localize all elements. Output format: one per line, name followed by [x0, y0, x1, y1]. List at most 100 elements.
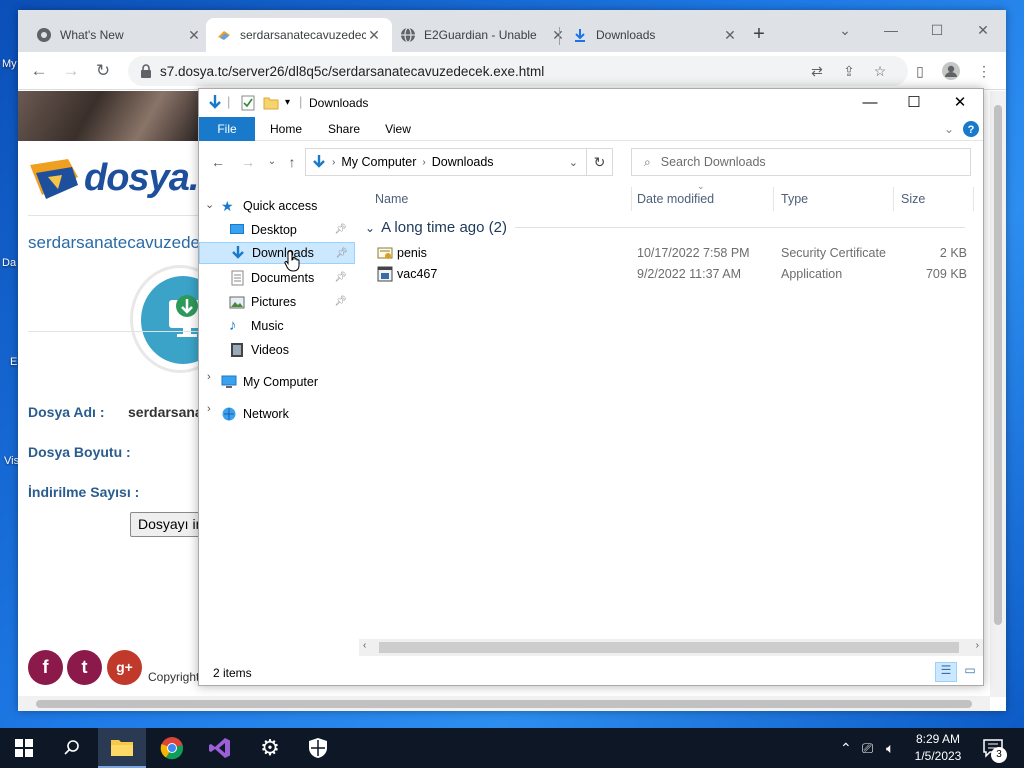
tray-chevron-up-icon[interactable]: ⌃	[840, 740, 852, 757]
close-icon[interactable]: ✕	[186, 27, 202, 44]
column-header-name[interactable]: Name	[371, 187, 631, 211]
back-button[interactable]: ←	[28, 60, 50, 82]
taskbar-file-explorer[interactable]	[98, 728, 146, 768]
address-dropdown-icon[interactable]: ⌄	[569, 156, 578, 169]
tab-share[interactable]: Share	[319, 117, 369, 141]
page-vertical-scrollbar[interactable]	[990, 91, 1006, 697]
scroll-right-icon[interactable]: ›	[976, 640, 979, 651]
column-header-size[interactable]: Size	[897, 187, 973, 211]
column-header-type[interactable]: Type	[777, 187, 893, 211]
desktop-icon-label[interactable]: Da	[2, 257, 16, 269]
new-tab-button[interactable]: +	[748, 24, 770, 46]
tab-home[interactable]: Home	[261, 117, 311, 141]
nav-item-videos[interactable]: Videos	[229, 339, 353, 361]
close-window-button[interactable]: ✕	[960, 16, 1006, 44]
bookmark-star-icon[interactable]: ☆	[871, 62, 889, 80]
tab-downloads[interactable]: Downloads ✕	[562, 18, 748, 52]
file-row[interactable]: penis 10/17/2022 7:58 PM Security Certif…	[359, 243, 979, 263]
start-button[interactable]	[0, 728, 48, 768]
qat-dropdown-icon[interactable]: ▾	[285, 97, 290, 115]
reload-button[interactable]: ↻	[92, 60, 114, 82]
forward-button[interactable]: →	[239, 153, 257, 171]
tab-file[interactable]: File	[199, 117, 255, 141]
tab-view[interactable]: View	[375, 117, 421, 141]
nav-network[interactable]: Network	[221, 403, 351, 425]
download-file-button[interactable]: Dosyayı indir	[130, 512, 200, 537]
explorer-address-bar[interactable]: › My Computer › Downloads ⌄	[305, 148, 587, 176]
recent-locations-icon[interactable]: ⌄	[263, 153, 281, 171]
scroll-left-icon[interactable]: ‹	[363, 640, 366, 651]
group-header[interactable]: ⌄ A long time ago (2)	[365, 219, 965, 236]
forward-button[interactable]: →	[60, 60, 82, 82]
share-icon[interactable]: ⇪	[840, 62, 858, 80]
chevron-right-icon[interactable]: ›	[207, 403, 211, 415]
nav-item-downloads[interactable]: Downloads 📌︎	[199, 242, 355, 264]
twitter-icon[interactable]: t	[67, 650, 102, 685]
desktop-icon-label[interactable]: Vis	[4, 455, 19, 467]
back-button[interactable]: ←	[209, 153, 227, 171]
profile-avatar-icon[interactable]	[942, 62, 960, 80]
google-plus-icon[interactable]: g+	[107, 650, 142, 685]
clock[interactable]: 8:29 AM 1/5/2023	[908, 731, 968, 765]
tab-e2guardian[interactable]: E2Guardian - Unable ✕	[390, 18, 576, 52]
taskbar-visual-studio[interactable]	[196, 728, 244, 768]
properties-icon[interactable]	[241, 94, 255, 112]
desktop-icon-label[interactable]: My	[2, 58, 17, 70]
column-separator[interactable]	[631, 187, 632, 211]
up-button[interactable]: ↑	[283, 153, 301, 171]
address-bar[interactable]: s7.dosya.tc/server26/dl8q5c/serdarsanate…	[128, 56, 908, 86]
taskbar-security[interactable]	[294, 728, 342, 768]
tab-whats-new[interactable]: What's New ✕	[26, 18, 212, 52]
facebook-icon[interactable]: f	[28, 650, 63, 685]
scrollbar-thumb[interactable]	[36, 700, 972, 708]
maximize-button[interactable]: ☐	[891, 89, 937, 117]
pin-icon[interactable]: 📌︎	[334, 267, 347, 289]
page-horizontal-scrollbar[interactable]	[18, 696, 990, 711]
close-icon[interactable]: ✕	[366, 27, 382, 44]
nav-my-computer[interactable]: My Computer	[221, 371, 351, 393]
side-panel-icon[interactable]: ▯	[911, 62, 929, 80]
column-separator[interactable]	[893, 187, 894, 211]
breadcrumb-downloads[interactable]: Downloads	[432, 155, 494, 169]
menu-icon[interactable]: ⋮	[975, 62, 993, 80]
refresh-button[interactable]: ↻	[587, 148, 613, 176]
expand-ribbon-icon[interactable]: ⌄	[941, 117, 957, 141]
nav-item-music[interactable]: ♪ Music	[229, 315, 353, 337]
file-list-horizontal-scrollbar[interactable]: ‹ ›	[359, 639, 983, 656]
minimize-button[interactable]: —	[847, 89, 893, 117]
desktop-icon-label[interactable]: E	[10, 356, 17, 368]
close-window-button[interactable]: ✕	[937, 89, 983, 117]
maximize-button[interactable]: ☐	[914, 16, 960, 44]
breadcrumb-chevron-icon[interactable]: ›	[332, 157, 335, 168]
pin-icon[interactable]: 📌︎	[335, 243, 348, 265]
scrollbar-thumb[interactable]	[994, 105, 1002, 625]
chevron-down-icon[interactable]: ⌄	[205, 198, 214, 211]
file-row[interactable]: vac467 9/2/2022 11:37 AM Application 709…	[359, 264, 979, 284]
nav-quick-access[interactable]: ★ Quick access	[221, 195, 351, 217]
close-icon[interactable]: ✕	[722, 27, 738, 44]
search-button[interactable]	[48, 728, 96, 768]
taskbar-settings[interactable]: ⚙	[246, 728, 294, 768]
volume-icon[interactable]: 🔈︎	[886, 740, 894, 757]
pin-icon[interactable]: 📌︎	[334, 219, 347, 241]
scrollbar-thumb[interactable]	[379, 642, 959, 653]
column-separator[interactable]	[973, 187, 974, 211]
nav-item-desktop[interactable]: Desktop 📌︎	[229, 219, 353, 241]
nav-item-pictures[interactable]: Pictures 📌︎	[229, 291, 353, 313]
translate-icon[interactable]: ⇄	[808, 62, 826, 80]
chevron-down-icon[interactable]: ⌄	[822, 16, 868, 44]
minimize-button[interactable]: —	[868, 16, 914, 44]
taskbar-chrome[interactable]	[148, 728, 196, 768]
large-icons-view-icon[interactable]: ▭	[959, 662, 981, 682]
folder-icon[interactable]	[263, 94, 279, 112]
help-icon[interactable]: ?	[963, 121, 979, 137]
chevron-right-icon[interactable]: ›	[207, 371, 211, 383]
search-input[interactable]: ⌕ Search Downloads	[631, 148, 971, 176]
breadcrumb-chevron-icon[interactable]: ›	[422, 157, 425, 168]
column-separator[interactable]	[773, 187, 774, 211]
tab-dosya[interactable]: serdarsanatecavuzedecek ✕	[206, 18, 392, 52]
network-tray-icon[interactable]: ⎚	[862, 740, 873, 757]
breadcrumb-my-computer[interactable]: My Computer	[341, 155, 416, 169]
pin-icon[interactable]: 📌︎	[334, 291, 347, 313]
details-view-icon[interactable]: ☰	[935, 662, 957, 682]
